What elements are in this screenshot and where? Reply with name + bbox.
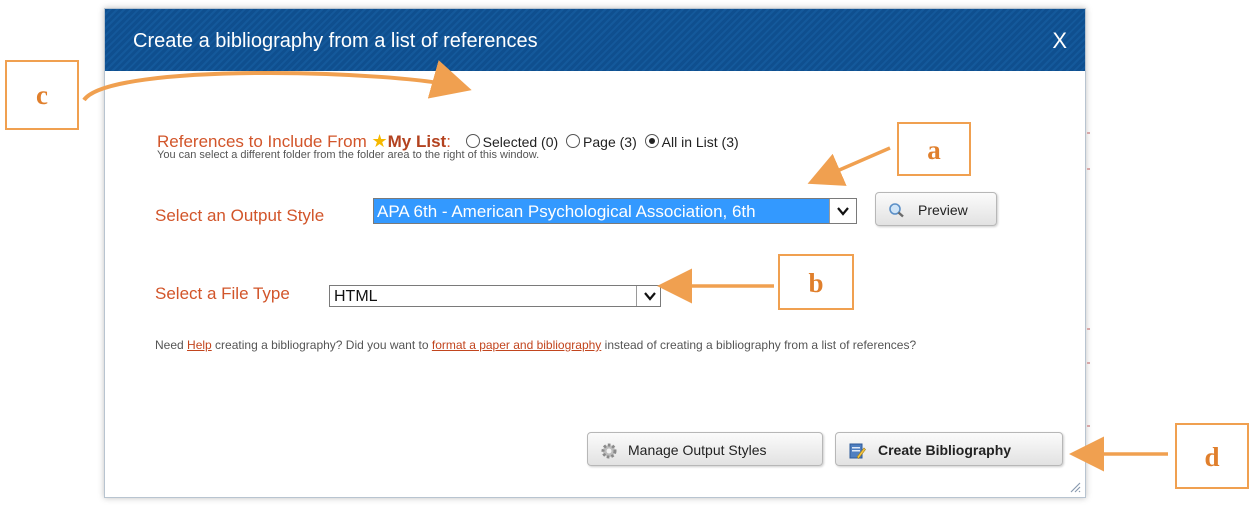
- annotation-d: d: [1175, 423, 1249, 489]
- arrow-c: [82, 60, 472, 102]
- annotation-c: c: [5, 60, 79, 130]
- arrow-a: [807, 146, 891, 186]
- annotation-b: b: [778, 254, 854, 310]
- annotation-arrows: [82, 60, 1168, 472]
- annotation-a: a: [897, 122, 971, 176]
